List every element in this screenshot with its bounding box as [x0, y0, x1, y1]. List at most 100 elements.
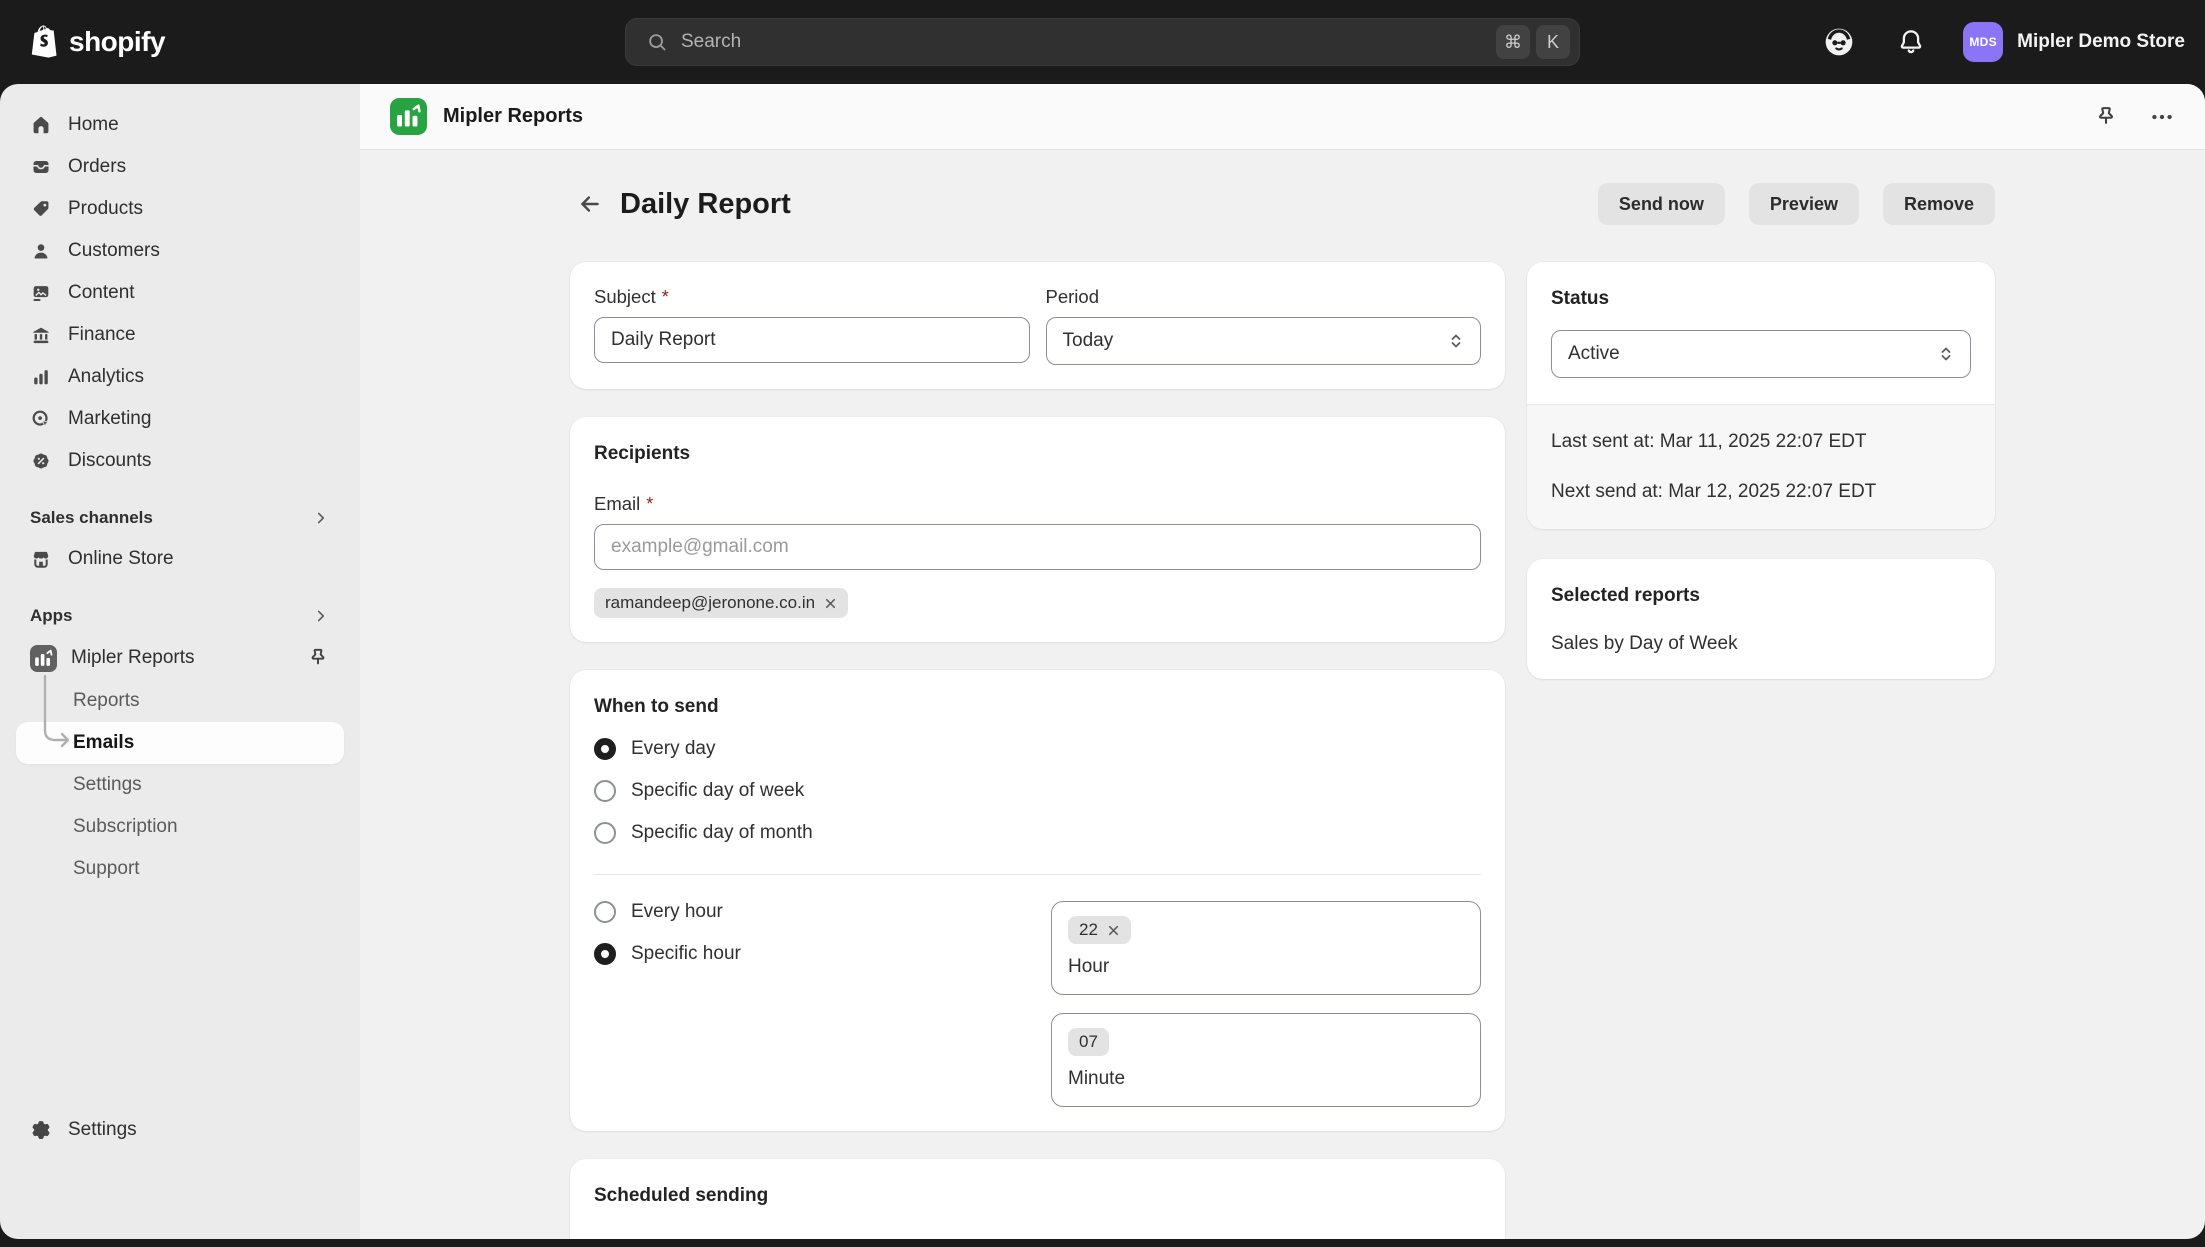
next-send-text: Next send at: Mar 12, 2025 22:07 EDT	[1551, 481, 1971, 503]
analytics-icon	[30, 366, 52, 388]
sidebar-item-finance[interactable]: Finance	[16, 314, 344, 356]
radio-icon[interactable]	[594, 822, 616, 844]
status-card: Status Active Last sent at: Mar 11, 2025…	[1527, 262, 1995, 529]
send-now-button[interactable]: Send now	[1598, 183, 1725, 225]
period-select[interactable]: Today	[1046, 317, 1482, 365]
sidebar-label: Analytics	[68, 366, 144, 388]
radio-specific-hour[interactable]: Specific hour	[594, 943, 1051, 965]
radio-selected-icon[interactable]	[594, 738, 616, 760]
scheduled-sending-heading: Scheduled sending	[594, 1185, 1481, 1207]
radio-icon[interactable]	[594, 780, 616, 802]
pin-app-icon[interactable]	[2093, 104, 2119, 130]
sidebar-item-orders[interactable]: Orders	[16, 146, 344, 188]
more-options-icon[interactable]	[2149, 104, 2175, 130]
selected-reports-card: Selected reports Sales by Day of Week	[1527, 559, 1995, 679]
minute-field[interactable]: 07 Minute	[1051, 1013, 1481, 1107]
minute-chip: 07	[1068, 1028, 1109, 1056]
remove-hour-icon[interactable]	[1107, 924, 1120, 937]
sidebar-item-settings-app[interactable]: Settings	[16, 764, 344, 806]
required-asterisk: *	[662, 287, 669, 308]
sidebar-label: Subscription	[73, 816, 178, 838]
form-column: Subject* Period	[570, 262, 1505, 1239]
sidebar-item-mipler-reports[interactable]: Mipler Reports	[16, 636, 344, 680]
chevron-right-icon	[312, 607, 330, 625]
radio-specific-day-of-week[interactable]: Specific day of week	[594, 780, 1481, 802]
search-input[interactable]: Search ⌘ K	[625, 18, 1580, 66]
radio-label: Every hour	[631, 901, 723, 923]
sidekick-face-icon	[1823, 26, 1855, 58]
recipients-card: Recipients Email* ramandeep@jeronone.co.…	[570, 417, 1505, 642]
sidebar: Home Orders Products Customers Content F…	[0, 84, 360, 1239]
email-input[interactable]	[594, 524, 1481, 570]
app-header: Mipler Reports	[360, 84, 2205, 150]
section-label: Apps	[30, 606, 73, 626]
search-icon	[646, 31, 668, 53]
shopify-wordmark: shopify	[69, 26, 165, 58]
gear-icon	[30, 1119, 52, 1141]
radio-every-day[interactable]: Every day	[594, 738, 1481, 760]
subject-input[interactable]	[594, 317, 1030, 363]
email-chip: ramandeep@jeronone.co.in	[594, 588, 848, 618]
finance-icon	[30, 324, 52, 346]
period-value: Today	[1063, 330, 1114, 352]
main-area: Mipler Reports Daily Report Send now	[360, 84, 2205, 1239]
email-label: Email*	[594, 493, 1481, 515]
required-asterisk: *	[646, 494, 653, 515]
sidebar-item-analytics[interactable]: Analytics	[16, 356, 344, 398]
sidebar-label: Settings	[68, 1119, 137, 1141]
radio-selected-icon[interactable]	[594, 943, 616, 965]
last-sent-text: Last sent at: Mar 11, 2025 22:07 EDT	[1551, 431, 1971, 453]
radio-specific-day-of-month[interactable]: Specific day of month	[594, 822, 1481, 844]
sidebar-item-marketing[interactable]: Marketing	[16, 398, 344, 440]
notifications-button[interactable]	[1891, 22, 1931, 62]
sidebar-item-settings[interactable]: Settings	[16, 1109, 344, 1151]
sidebar-item-reports[interactable]: Reports	[16, 680, 344, 722]
sidebar-section-sales-channels[interactable]: Sales channels	[16, 498, 344, 538]
email-chip-label: ramandeep@jeronone.co.in	[605, 593, 815, 613]
sidebar-item-online-store[interactable]: Online Store	[16, 538, 344, 580]
radio-label: Specific day of week	[631, 780, 804, 802]
store-account-menu[interactable]: MDS Mipler Demo Store	[1963, 22, 2185, 62]
select-updown-icon	[1936, 344, 1956, 364]
sidebar-item-products[interactable]: Products	[16, 188, 344, 230]
radio-icon[interactable]	[594, 901, 616, 923]
sidebar-label: Customers	[68, 240, 160, 262]
sidebar-item-discounts[interactable]: Discounts	[16, 440, 344, 482]
status-value: Active	[1568, 343, 1620, 365]
sidebar-label: Finance	[68, 324, 136, 346]
sidebar-item-support[interactable]: Support	[16, 848, 344, 890]
shopify-logo[interactable]: shopify	[28, 0, 165, 84]
when-to-send-heading: When to send	[594, 696, 1481, 718]
remove-chip-icon[interactable]	[824, 597, 837, 610]
app-header-actions	[2093, 104, 2175, 130]
topbar-right: MDS Mipler Demo Store	[1819, 0, 2185, 84]
shopify-admin: shopify Search ⌘ K	[0, 0, 2205, 1247]
back-button[interactable]	[570, 184, 610, 224]
sidebar-item-customers[interactable]: Customers	[16, 230, 344, 272]
sidebar-label: Discounts	[68, 450, 151, 472]
minute-label: Minute	[1068, 1068, 1464, 1090]
pin-icon[interactable]	[306, 646, 330, 670]
when-to-send-card: When to send Every day Specific day of w…	[570, 670, 1505, 1131]
page-actions: Send now Preview Remove	[1598, 183, 1995, 225]
sidebar-item-subscription[interactable]: Subscription	[16, 806, 344, 848]
marketing-icon	[30, 408, 52, 430]
sidekick-button[interactable]	[1819, 22, 1859, 62]
status-heading: Status	[1551, 288, 1971, 310]
online-store-icon	[30, 548, 52, 570]
hour-field[interactable]: 22 Hour	[1051, 901, 1481, 995]
radio-label: Specific day of month	[631, 822, 813, 844]
sidebar-item-content[interactable]: Content	[16, 272, 344, 314]
selected-report-item: Sales by Day of Week	[1551, 633, 1971, 655]
radio-every-hour[interactable]: Every hour	[594, 901, 1051, 923]
scheduled-sending-card: Scheduled sending	[570, 1159, 1505, 1239]
section-label: Sales channels	[30, 508, 153, 528]
preview-button[interactable]: Preview	[1749, 183, 1859, 225]
remove-button[interactable]: Remove	[1883, 183, 1995, 225]
sidebar-label: Home	[68, 114, 119, 136]
sidebar-item-home[interactable]: Home	[16, 104, 344, 146]
status-select[interactable]: Active	[1551, 330, 1971, 378]
sidebar-section-apps[interactable]: Apps	[16, 596, 344, 636]
kbd-command: ⌘	[1496, 25, 1530, 59]
sidebar-item-emails[interactable]: Emails	[16, 722, 344, 764]
